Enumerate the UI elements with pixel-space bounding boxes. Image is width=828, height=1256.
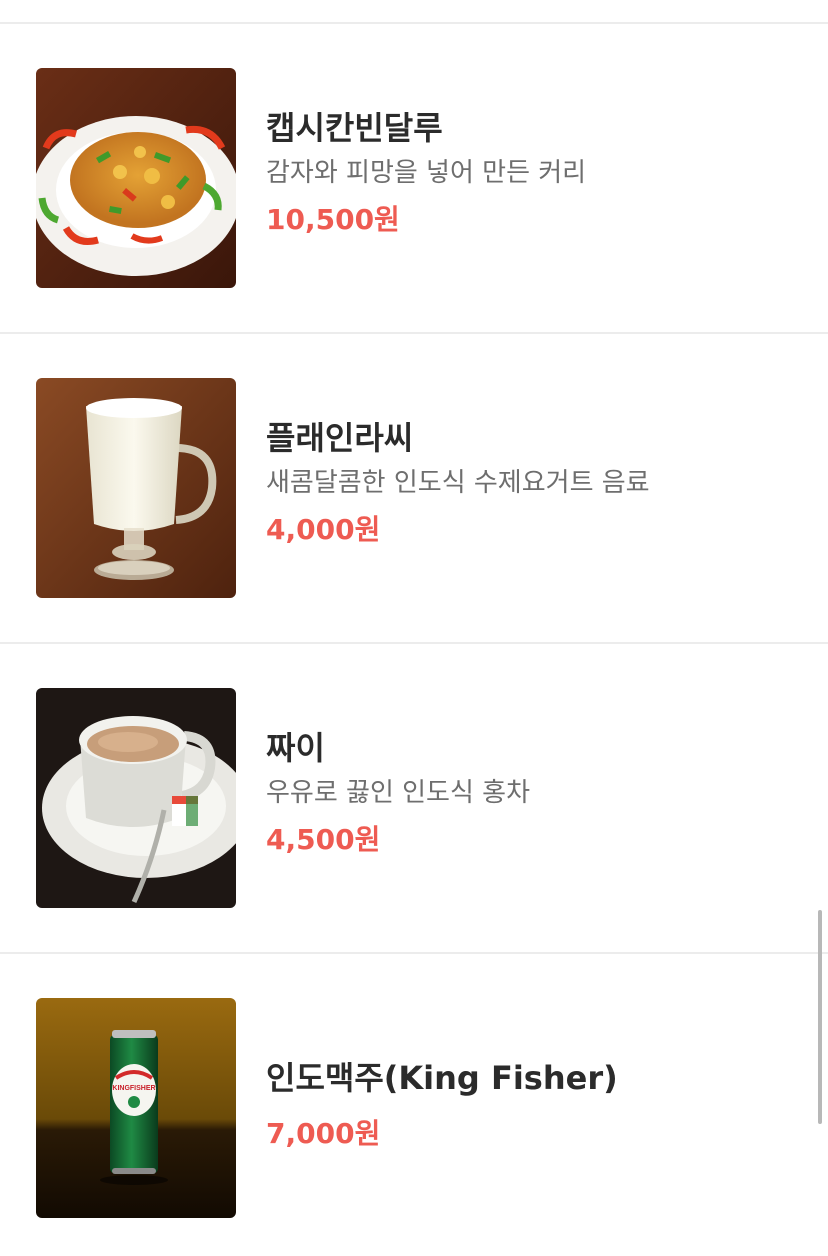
lassi-glass-photo [36,378,236,598]
menu-item-price: 4,000원 [266,513,381,546]
menu-item-info: 짜이 우유로 끓인 인도식 홍차 4,500원 [266,728,786,858]
menu-item-chai[interactable]: 짜이 우유로 끓인 인도식 홍차 4,500원 [0,644,828,954]
chai-cup-photo [36,688,236,908]
menu-item-kingfisher-beer[interactable]: KINGFISHER 인도맥주(King Fisher) 7,000원 [0,954,828,1256]
menu-item-price: 4,500원 [266,823,381,856]
menu-item-name: 짜이 [266,729,325,767]
menu-item-price: 10,500원 [266,203,400,236]
menu-item-plain-lassi[interactable]: 플래인라씨 새콤달콤한 인도식 수제요거트 음료 4,000원 [0,334,828,644]
beer-can-label: KINGFISHER [112,1085,155,1092]
menu-item-description: 새콤달콤한 인도식 수제요거트 음료 [266,468,650,498]
menu-item-price: 7,000원 [266,1117,381,1150]
menu-item-description: 우유로 끓인 인도식 홍차 [266,778,530,808]
beer-can-photo: KINGFISHER [36,998,236,1218]
scrollbar[interactable] [818,910,822,1124]
menu-item-name: 캡시칸빈달루 [266,109,443,147]
menu-item-capsican-vindaloo[interactable]: 캡시칸빈달루 감자와 피망을 넣어 만든 커리 10,500원 [0,24,828,334]
menu-item-info: 인도맥주(King Fisher) 7,000원 [266,1058,786,1152]
menu-item-info: 캡시칸빈달루 감자와 피망을 넣어 만든 커리 10,500원 [266,108,786,238]
menu-item-description: 감자와 피망을 넣어 만든 커리 [266,158,587,188]
curry-plate-photo [36,68,236,288]
menu-list: 캡시칸빈달루 감자와 피망을 넣어 만든 커리 10,500원 플래인라씨 새콤… [0,24,828,1256]
menu-screen: 캡시칸빈달루 감자와 피망을 넣어 만든 커리 10,500원 플래인라씨 새콤… [0,0,828,1256]
menu-item-name: 인도맥주(King Fisher) [266,1059,618,1097]
menu-item-info: 플래인라씨 새콤달콤한 인도식 수제요거트 음료 4,000원 [266,418,786,548]
menu-item-name: 플래인라씨 [266,419,414,457]
